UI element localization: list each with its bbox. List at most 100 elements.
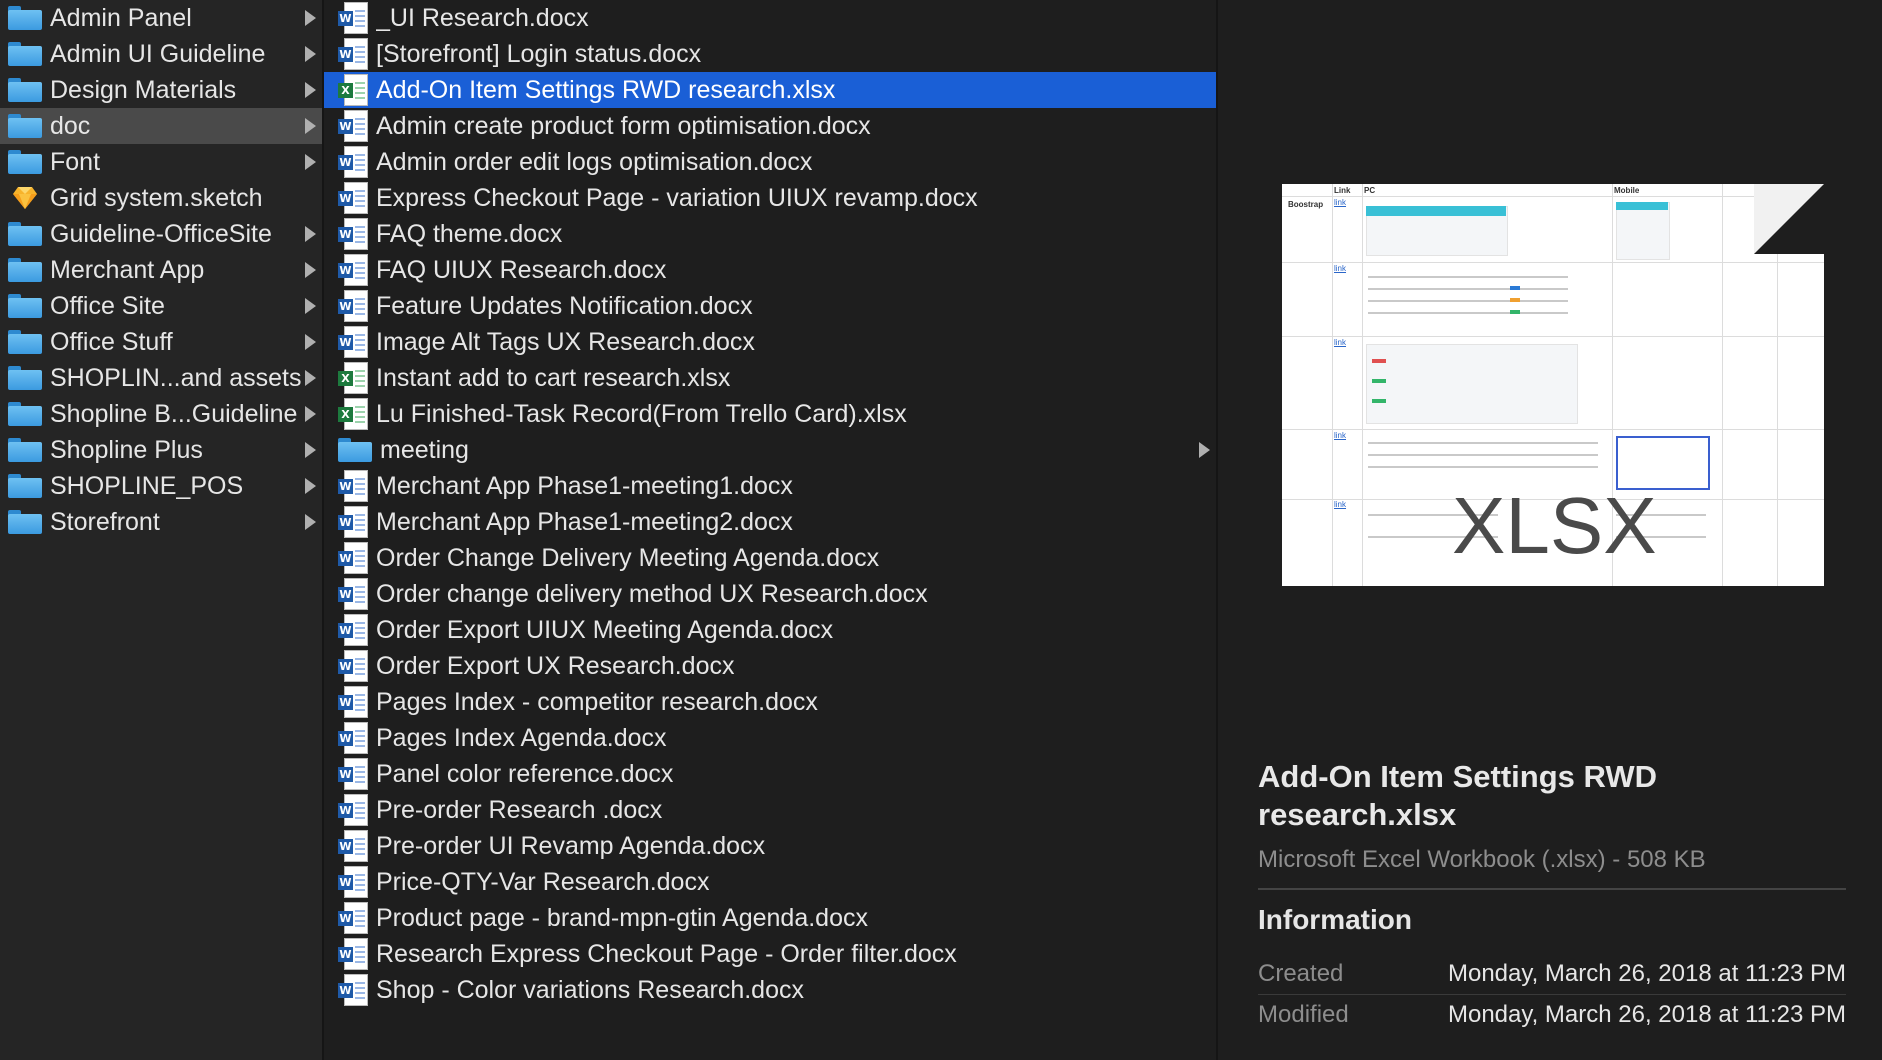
folder-icon	[8, 366, 42, 390]
item-label: Office Site	[50, 291, 165, 320]
disclosure-arrow-icon	[305, 154, 316, 170]
excel-file-icon: X	[338, 74, 368, 106]
sidebar-item[interactable]: Design Materials	[0, 72, 322, 108]
word-file-icon: W	[338, 974, 368, 1006]
item-label: Admin Panel	[50, 3, 192, 32]
created-label: Created	[1258, 960, 1344, 987]
folder-icon	[8, 402, 42, 426]
file-row[interactable]: W Pre-order Research .docx	[324, 792, 1216, 828]
divider	[1258, 888, 1846, 890]
file-row[interactable]: W Image Alt Tags UX Research.docx	[324, 324, 1216, 360]
sidebar-item[interactable]: SHOPLIN...and assets	[0, 360, 322, 396]
file-row[interactable]: X Add-On Item Settings RWD research.xlsx	[324, 72, 1216, 108]
file-row[interactable]: W Merchant App Phase1-meeting2.docx	[324, 504, 1216, 540]
sidebar-item[interactable]: Shopline B...Guideline	[0, 396, 322, 432]
word-file-icon: W	[338, 110, 368, 142]
file-name: Image Alt Tags UX Research.docx	[376, 327, 755, 356]
file-name: Order change delivery method UX Research…	[376, 579, 928, 608]
file-row[interactable]: W Admin create product form optimisation.…	[324, 108, 1216, 144]
sidebar-item[interactable]: Storefront	[0, 504, 322, 540]
file-row[interactable]: W [Storefront] Login status.docx	[324, 36, 1216, 72]
file-name: Admin order edit logs optimisation.docx	[376, 147, 813, 176]
sketch-file-icon	[8, 184, 42, 212]
file-row[interactable]: X Instant add to cart research.xlsx	[324, 360, 1216, 396]
item-label: Design Materials	[50, 75, 237, 104]
created-row: Created Monday, March 26, 2018 at 11:23 …	[1258, 954, 1846, 995]
sidebar-item[interactable]: Shopline Plus	[0, 432, 322, 468]
file-name: Order Export UX Research.docx	[376, 651, 735, 680]
file-row[interactable]: W Feature Updates Notification.docx	[324, 288, 1216, 324]
file-name: Add-On Item Settings RWD research.xlsx	[376, 75, 836, 104]
word-file-icon: W	[338, 758, 368, 790]
file-row[interactable]: W Order Export UX Research.docx	[324, 648, 1216, 684]
preview-file-kind-size: Microsoft Excel Workbook (.xlsx) - 508 K…	[1258, 846, 1706, 873]
file-name: Instant add to cart research.xlsx	[376, 363, 731, 392]
folder-icon	[8, 258, 42, 282]
item-label: SHOPLIN...and assets	[50, 363, 302, 392]
sidebar-item[interactable]: Grid system.sketch	[0, 180, 322, 216]
word-file-icon: W	[338, 254, 368, 286]
file-row[interactable]: W Panel color reference.docx	[324, 756, 1216, 792]
file-row[interactable]: W Order Change Delivery Meeting Agenda.do…	[324, 540, 1216, 576]
disclosure-arrow-icon	[305, 10, 316, 26]
file-row[interactable]: W FAQ theme.docx	[324, 216, 1216, 252]
sidebar-item[interactable]: Office Site	[0, 288, 322, 324]
folder-row[interactable]: meeting	[324, 432, 1216, 468]
file-row[interactable]: W Product page - brand-mpn-gtin Agenda.do…	[324, 900, 1216, 936]
word-file-icon: W	[338, 686, 368, 718]
sidebar-item[interactable]: Font	[0, 144, 322, 180]
file-row[interactable]: W Admin order edit logs optimisation.docx	[324, 144, 1216, 180]
folder-icon	[8, 78, 42, 102]
file-row[interactable]: W Pre-order UI Revamp Agenda.docx	[324, 828, 1216, 864]
file-row[interactable]: W Pages Index Agenda.docx	[324, 720, 1216, 756]
word-file-icon: W	[338, 218, 368, 250]
file-row[interactable]: W Order change delivery method UX Researc…	[324, 576, 1216, 612]
modified-label: Modified	[1258, 1001, 1349, 1028]
file-name: Admin create product form optimisation.d…	[376, 111, 871, 140]
folder-icon	[8, 114, 42, 138]
disclosure-arrow-icon	[305, 118, 316, 134]
file-name: Pages Index - competitor research.docx	[376, 687, 818, 716]
file-row[interactable]: W Order Export UIUX Meeting Agenda.docx	[324, 612, 1216, 648]
modified-value: Monday, March 26, 2018 at 11:23 PM	[1447, 1001, 1846, 1028]
file-name: Lu Finished-Task Record(From Trello Card…	[376, 399, 907, 428]
file-row[interactable]: W Pages Index - competitor research.docx	[324, 684, 1216, 720]
file-name: Pages Index Agenda.docx	[376, 723, 667, 752]
file-name: Feature Updates Notification.docx	[376, 291, 753, 320]
excel-file-icon: X	[338, 398, 368, 430]
sidebar-item[interactable]: Admin Panel	[0, 0, 322, 36]
folder-icon	[338, 438, 372, 462]
word-file-icon: W	[338, 38, 368, 70]
disclosure-arrow-icon	[305, 262, 316, 278]
file-thumbnail[interactable]: Boostrap Link PC Mobile link link link l…	[1282, 184, 1824, 586]
sidebar-item[interactable]: Admin UI Guideline	[0, 36, 322, 72]
sidebar-item[interactable]: SHOPLINE_POS	[0, 468, 322, 504]
sidebar-item[interactable]: Office Stuff	[0, 324, 322, 360]
file-row[interactable]: W Express Checkout Page - variation UIUX …	[324, 180, 1216, 216]
file-type-label: XLSX	[1452, 481, 1657, 570]
file-row[interactable]: W FAQ UIUX Research.docx	[324, 252, 1216, 288]
created-value: Monday, March 26, 2018 at 11:23 PM	[1447, 960, 1846, 987]
file-name: Product page - brand-mpn-gtin Agenda.doc…	[376, 903, 868, 932]
file-row[interactable]: W Price-QTY-Var Research.docx	[324, 864, 1216, 900]
file-row[interactable]: X Lu Finished-Task Record(From Trello Car…	[324, 396, 1216, 432]
file-name: FAQ theme.docx	[376, 219, 563, 248]
word-file-icon: W	[338, 182, 368, 214]
sidebar-item[interactable]: doc	[0, 108, 322, 144]
word-file-icon: W	[338, 290, 368, 322]
file-name: Express Checkout Page - variation UIUX r…	[376, 183, 978, 212]
word-file-icon: W	[338, 650, 368, 682]
sidebar-item[interactable]: Guideline-OfficeSite	[0, 216, 322, 252]
disclosure-arrow-icon	[305, 334, 316, 350]
file-name: Order Export UIUX Meeting Agenda.docx	[376, 615, 834, 644]
file-name: Pre-order Research .docx	[376, 795, 663, 824]
excel-file-icon: X	[338, 362, 368, 394]
disclosure-arrow-icon	[305, 226, 316, 242]
sidebar-item[interactable]: Merchant App	[0, 252, 322, 288]
word-file-icon: W	[338, 866, 368, 898]
file-row[interactable]: W Merchant App Phase1-meeting1.docx	[324, 468, 1216, 504]
file-row[interactable]: W _UI Research.docx	[324, 0, 1216, 36]
folder-icon	[8, 474, 42, 498]
file-row[interactable]: W Shop - Color variations Research.docx	[324, 972, 1216, 1008]
file-row[interactable]: W Research Express Checkout Page - Order …	[324, 936, 1216, 972]
